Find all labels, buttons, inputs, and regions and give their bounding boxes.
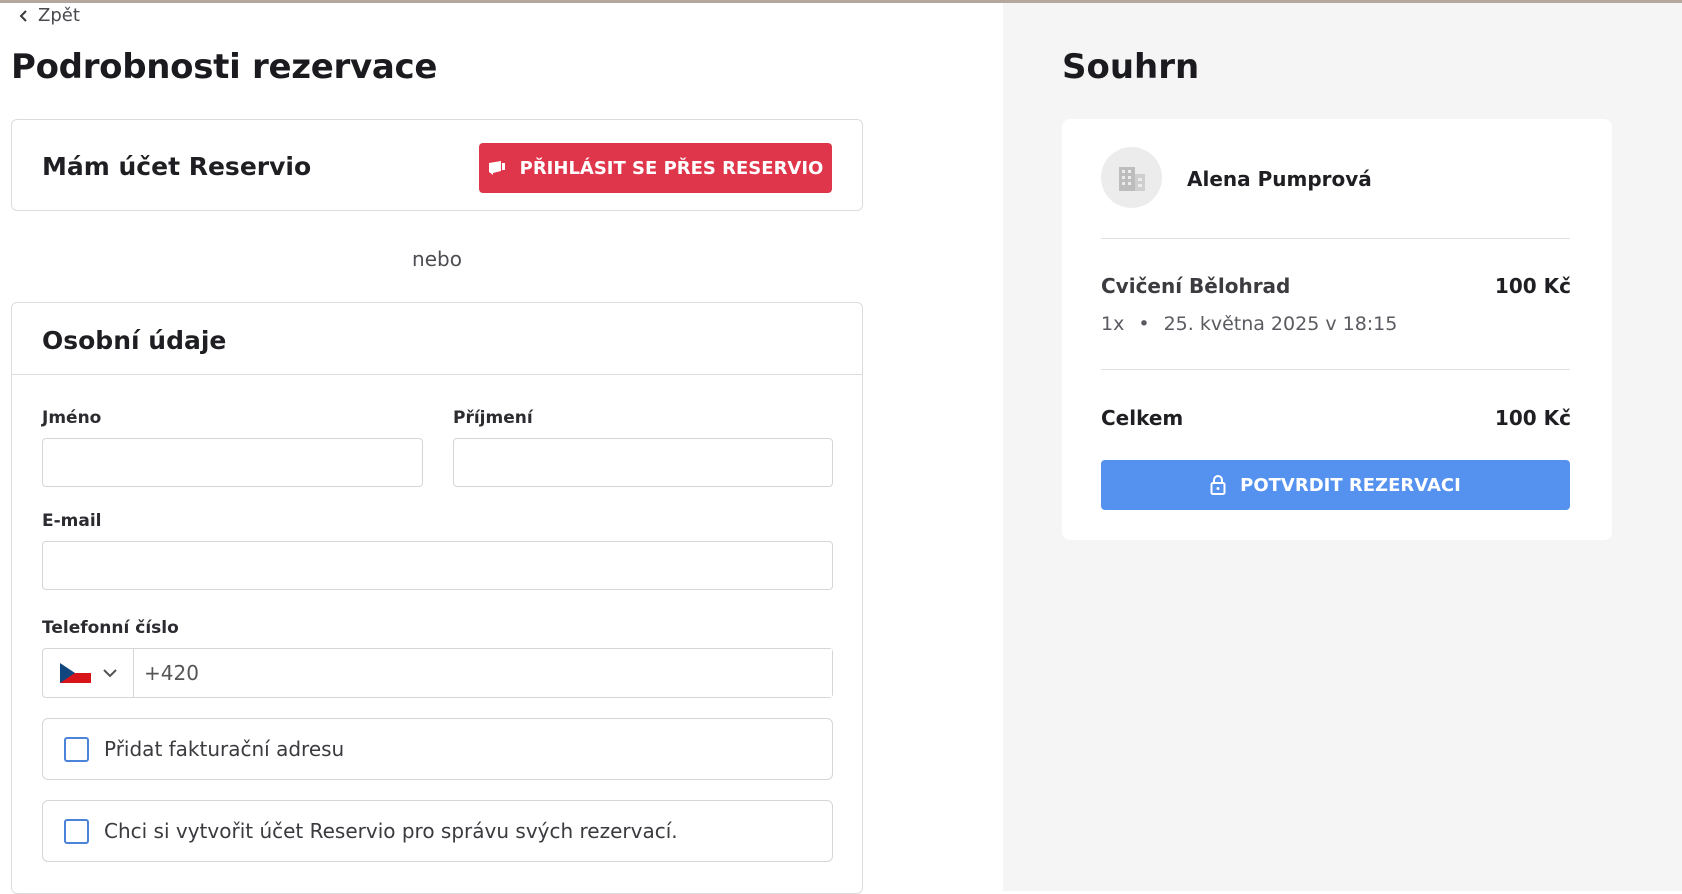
first-name-input[interactable] — [43, 439, 422, 486]
create-account-option[interactable]: Chci si vytvořit účet Reservio pro správ… — [42, 800, 833, 862]
phone-label: Telefonní číslo — [42, 618, 179, 638]
page-title: Podrobnosti rezervace — [11, 47, 438, 87]
service-datetime: 25. května 2025 v 18:15 — [1163, 313, 1398, 335]
login-card-title: Mám účet Reservio — [42, 152, 312, 181]
summary-card: Alena Pumprová Cvičení Bělohrad 100 Kč 1… — [1062, 119, 1612, 540]
phone-number-input[interactable] — [134, 649, 832, 697]
booking-details-panel: Zpět Podrobnosti rezervace Mám účet Rese… — [0, 3, 1003, 894]
total-label: Celkem — [1101, 406, 1184, 430]
reservio-login-label: PŘIHLÁSIT SE PŘES RESERVIO — [519, 157, 824, 179]
confirm-reservation-button[interactable]: POTVRDIT REZERVACI — [1101, 460, 1570, 510]
service-name: Cvičení Bělohrad — [1101, 274, 1291, 298]
last-name-label: Příjmení — [453, 408, 533, 428]
total-price: 100 Kč — [1494, 406, 1571, 430]
login-card: Mám účet Reservio PŘIHLÁSIT SE PŘES RESE… — [11, 119, 863, 211]
first-name-label: Jméno — [42, 408, 102, 428]
lock-icon — [1210, 475, 1226, 495]
email-label: E-mail — [42, 511, 102, 531]
first-name-field[interactable] — [42, 438, 423, 487]
last-name-input[interactable] — [454, 439, 832, 486]
billing-address-label: Přidat fakturační adresu — [104, 737, 345, 761]
summary-divider — [1101, 369, 1570, 370]
business-avatar — [1101, 147, 1162, 208]
chevron-down-icon — [102, 668, 117, 677]
create-account-label: Chci si vytvořit účet Reservio pro správ… — [104, 819, 678, 843]
last-name-field[interactable] — [453, 438, 833, 487]
billing-address-option[interactable]: Přidat fakturační adresu — [42, 718, 833, 780]
back-label: Zpět — [38, 5, 80, 26]
reservio-login-button[interactable]: PŘIHLÁSIT SE PŘES RESERVIO — [479, 143, 832, 193]
service-price: 100 Kč — [1494, 274, 1571, 298]
email-input[interactable] — [43, 542, 832, 589]
country-code-select[interactable] — [43, 649, 134, 697]
create-account-checkbox[interactable] — [64, 818, 89, 844]
summary-panel: Souhrn Alena Pumprová Cvičení Bělohrad 1… — [1003, 3, 1682, 891]
back-link[interactable]: Zpět — [18, 5, 80, 26]
personal-info-title: Osobní údaje — [42, 326, 227, 355]
phone-field — [42, 648, 833, 698]
or-divider-text: nebo — [412, 247, 462, 271]
service-meta: 1x • 25. května 2025 v 18:15 — [1101, 313, 1397, 335]
service-quantity: 1x — [1101, 313, 1125, 335]
email-field[interactable] — [42, 541, 833, 590]
reservio-logo-icon — [488, 161, 505, 175]
phone-number-wrapper — [134, 649, 832, 697]
chevron-left-icon — [19, 9, 27, 22]
building-icon — [1118, 166, 1145, 191]
czech-flag-icon — [59, 663, 91, 683]
meta-bullet: • — [1138, 313, 1150, 335]
summary-divider — [1101, 238, 1570, 239]
business-name: Alena Pumprová — [1187, 167, 1372, 191]
card-divider — [12, 374, 862, 375]
billing-address-checkbox[interactable] — [64, 736, 89, 762]
confirm-reservation-label: POTVRDIT REZERVACI — [1240, 474, 1461, 496]
summary-title: Souhrn — [1062, 47, 1200, 87]
personal-info-card: Osobní údaje Jméno Příjmení E-mail Telef… — [11, 302, 863, 894]
